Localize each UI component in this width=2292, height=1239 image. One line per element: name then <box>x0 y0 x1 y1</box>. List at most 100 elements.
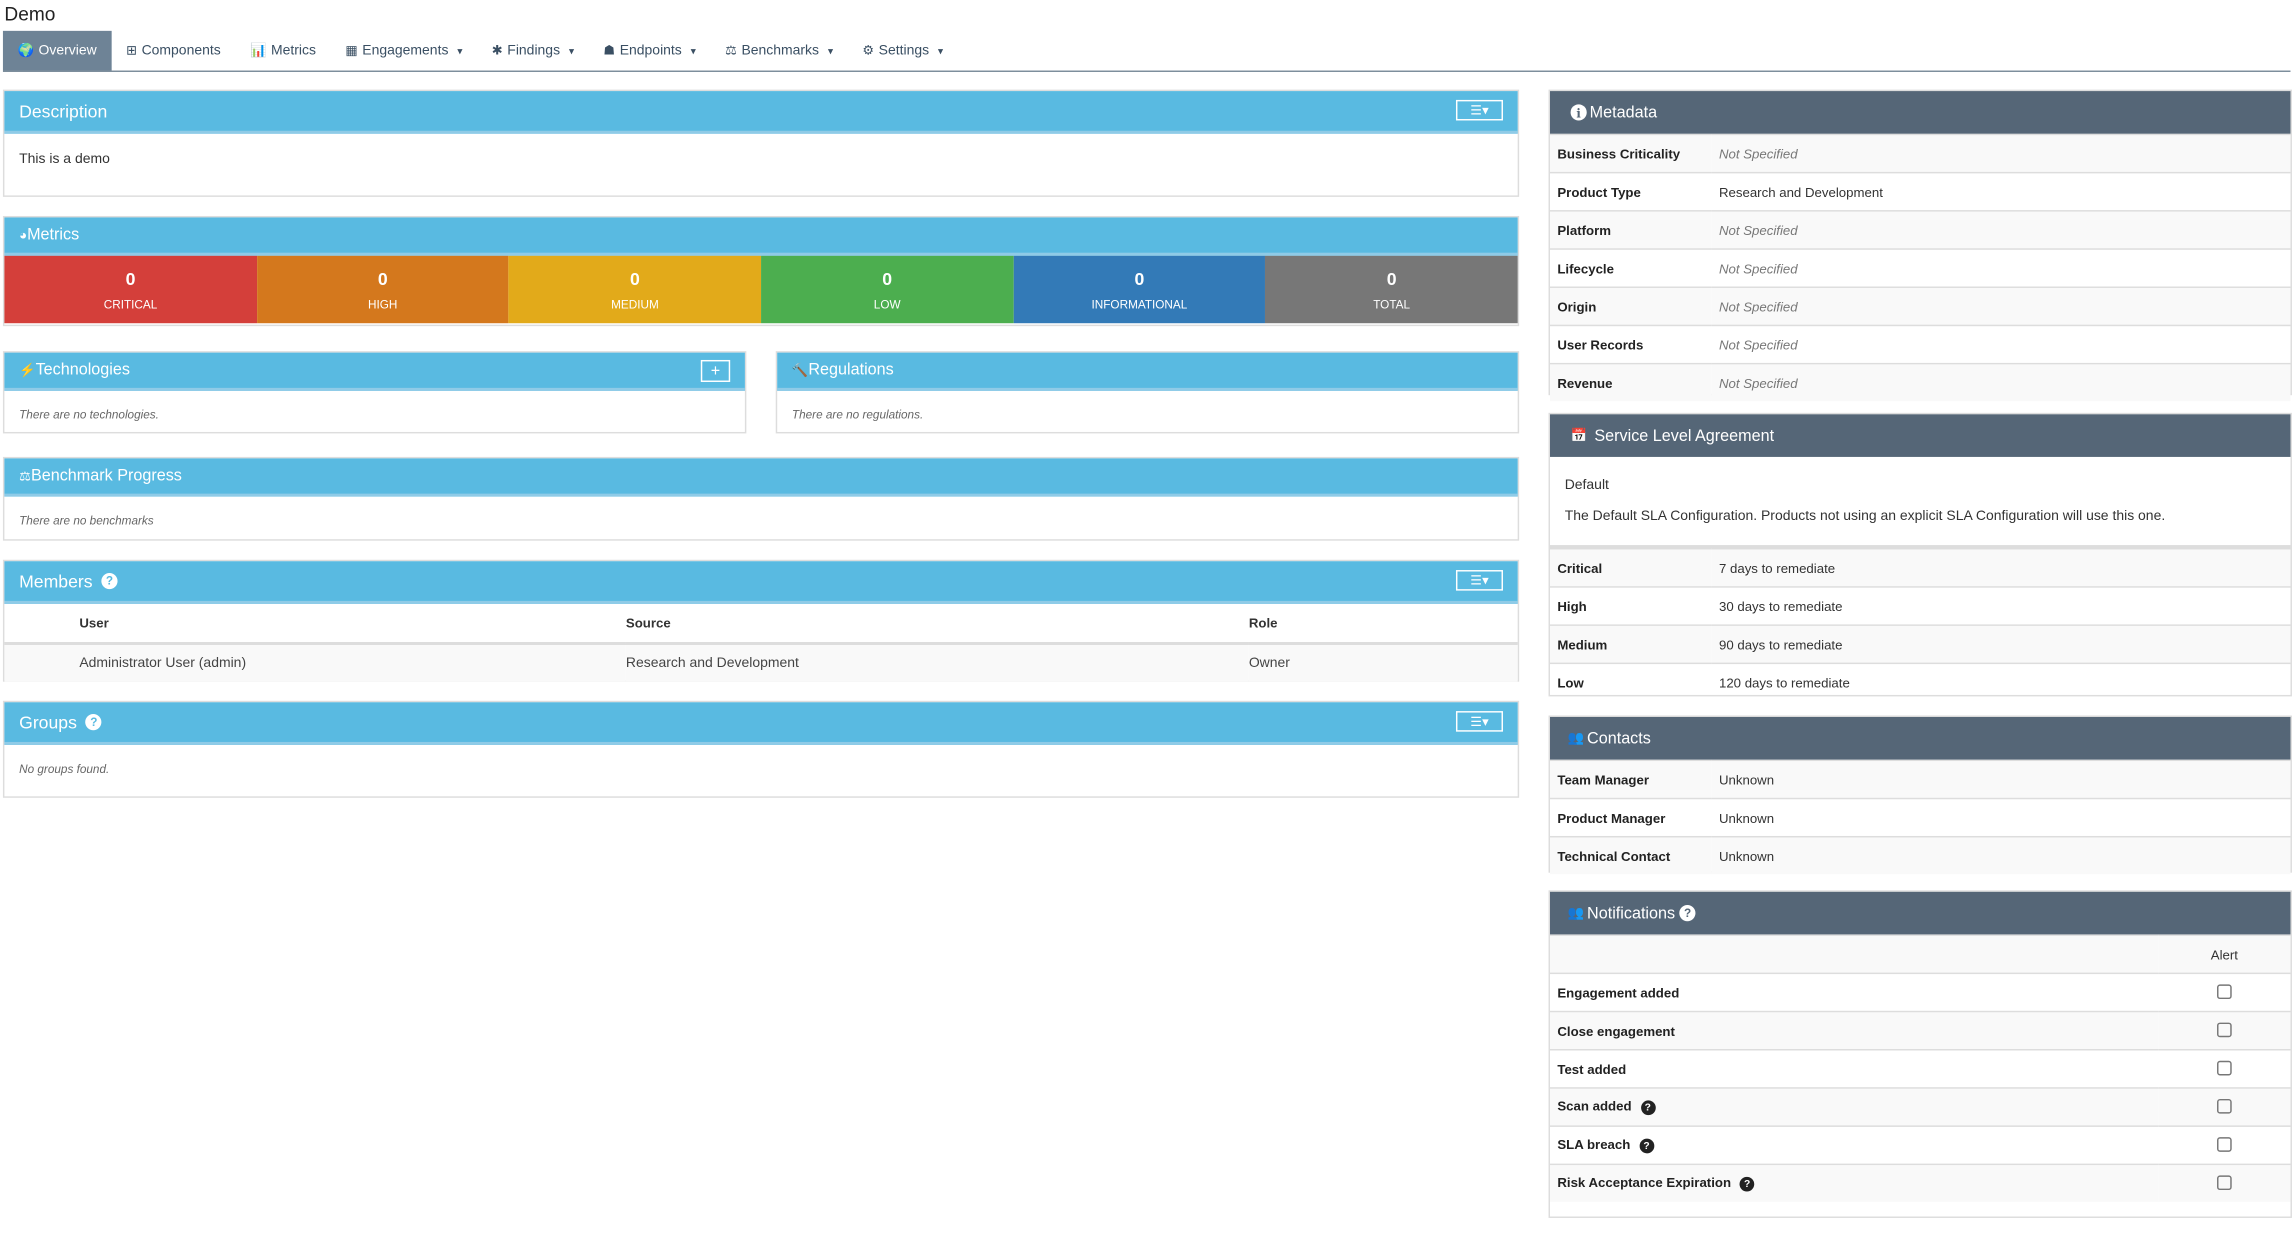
tab-endpoints[interactable]: ☗ Endpoints ▾ <box>589 31 711 71</box>
help-icon[interactable]: ? <box>1679 905 1696 922</box>
groups-menu-button[interactable]: ☰▾ <box>1455 711 1503 732</box>
table-row: Administrator User (admin) Research and … <box>4 643 1518 682</box>
metric-label: HIGH <box>368 297 398 311</box>
benchmark-panel: ⚖ Benchmark Progress There are no benchm… <box>2 456 1520 541</box>
alert-checkbox[interactable] <box>2217 1098 2232 1113</box>
tab-metrics[interactable]: 📊 Metrics <box>235 31 330 71</box>
metric-label: MEDIUM <box>611 297 659 311</box>
column-header-source[interactable]: Source <box>625 603 1249 645</box>
help-icon[interactable]: ? <box>101 572 118 590</box>
sla-name[interactable]: Default <box>1565 477 2276 493</box>
metric-total[interactable]: 0 TOTAL <box>1265 255 1518 324</box>
regulations-title: Regulations <box>808 361 894 380</box>
alert-cell <box>2158 1125 2291 1165</box>
contact-label: Product Manager <box>1550 797 1712 837</box>
sla-panel: 📅 Service Level Agreement Default The De… <box>1548 412 2292 701</box>
balance-scale-icon: ⚖ <box>19 467 31 483</box>
help-icon[interactable]: ? <box>1640 1100 1656 1116</box>
alert-checkbox[interactable] <box>2217 1174 2232 1190</box>
alert-checkbox[interactable] <box>2217 1136 2232 1152</box>
metadata-label: Revenue <box>1550 362 1712 402</box>
column-header-user[interactable]: User <box>4 603 626 645</box>
alert-cell <box>2158 1010 2291 1050</box>
member-user[interactable]: Administrator User (admin) <box>4 643 626 682</box>
caret-down-icon: ▾ <box>568 46 575 57</box>
tab-label: Benchmarks <box>741 42 820 59</box>
description-menu-button[interactable]: ☰▾ <box>1455 99 1503 121</box>
members-table: User Source Role Administrator User (adm… <box>4 603 1518 682</box>
sla-description: Default The Default SLA Configuration. P… <box>1550 457 2291 549</box>
notification-cell: Risk Acceptance Expiration? <box>1550 1163 2159 1202</box>
table-row: User Records Not Specified <box>1550 324 2291 364</box>
notifications-table: Alert Engagement added Close engagement Tes… <box>1550 934 2291 1238</box>
metric-high[interactable]: 0 HIGH <box>256 255 509 324</box>
help-icon[interactable]: ? <box>1639 1138 1654 1154</box>
caret-down-icon: ▾ <box>690 46 696 57</box>
tab-label: Endpoints <box>619 42 682 59</box>
add-technology-button[interactable]: + <box>700 359 731 382</box>
technologies-panel: ⚡ Technologies + There are no technologi… <box>2 351 747 434</box>
calendar-check-icon: 📅 <box>1570 427 1588 443</box>
contact-label: Team Manager <box>1550 759 1712 799</box>
help-icon[interactable]: ? <box>1739 1177 1755 1192</box>
metric-informational[interactable]: 0 INFORMATIONAL <box>1013 255 1266 324</box>
metadata-label: Lifecycle <box>1550 248 1712 288</box>
column-header-alert: Alert <box>2158 934 2291 974</box>
regulations-header: 🔨 Regulations <box>777 352 1518 391</box>
metric-count: 0 <box>125 268 136 289</box>
help-icon[interactable]: ? <box>85 714 102 731</box>
regulations-panel: 🔨 Regulations There are no regulations. <box>775 351 1520 434</box>
table-row: Risk Acceptance Expiration? <box>1550 1163 2291 1202</box>
users-icon: 👥 <box>1567 905 1585 920</box>
metric-count: 0 <box>630 268 640 289</box>
metadata-label: Origin <box>1550 286 1712 326</box>
table-icon: ⊞ <box>126 42 138 58</box>
metric-medium[interactable]: 0 MEDIUM <box>508 255 762 324</box>
table-row: Product Manager Unknown <box>1550 797 2291 837</box>
metadata-title: Metadata <box>1589 103 1658 122</box>
tab-findings[interactable]: ✱ Findings ▾ <box>477 31 589 71</box>
table-row: Engagement added <box>1550 972 2291 1012</box>
tab-label: Metrics <box>270 42 316 59</box>
tab-settings[interactable]: ⚙ Settings ▾ <box>848 31 958 71</box>
tab-overview[interactable]: 🌍 Overview <box>2 30 112 71</box>
technologies-title: Technologies <box>35 361 130 380</box>
alert-checkbox[interactable] <box>2217 1060 2232 1075</box>
notifications-header: 👥 Notifications ? <box>1550 891 2291 935</box>
metric-label: INFORMATIONAL <box>1091 297 1188 311</box>
alert-cell <box>2158 1163 2291 1202</box>
table-row: High 30 days to remediate <box>1550 586 2291 626</box>
notification-cell: Close engagement <box>1550 1010 2159 1050</box>
notification-cell: Test added <box>1550 1049 2159 1088</box>
tab-benchmarks[interactable]: ⚖ Benchmarks ▾ <box>710 31 847 71</box>
members-panel: Members ? ☰▾ User Source Role Administra… <box>2 559 1520 682</box>
table-row: Technical Contact Unknown <box>1550 835 2291 875</box>
metric-label: TOTAL <box>1373 297 1411 311</box>
info-icon: i <box>1570 104 1587 121</box>
sla-value: 7 days to remediate <box>1711 548 2291 587</box>
alert-checkbox[interactable] <box>2217 983 2232 999</box>
column-header-role[interactable]: Role <box>1248 603 1518 645</box>
tab-label: Components <box>141 42 221 59</box>
alert-cell <box>2158 1049 2291 1088</box>
metric-low[interactable]: 0 LOW <box>761 255 1014 324</box>
member-role: Owner <box>1248 643 1518 682</box>
notifications-panel: 👥 Notifications ? Alert Engagement added C… <box>1548 890 2292 1218</box>
description-text: This is a demo <box>19 151 110 168</box>
alert-checkbox[interactable] <box>2217 1021 2232 1037</box>
table-row: Medium 90 days to remediate <box>1550 624 2291 664</box>
contacts-header: 👥 Contacts <box>1550 716 2291 760</box>
benchmark-empty: There are no benchmarks <box>19 514 154 528</box>
table-row: Close engagement <box>1550 1010 2291 1050</box>
tab-engagements[interactable]: ▦ Engagements ▾ <box>331 31 477 71</box>
members-menu-button[interactable]: ☰▾ <box>1455 570 1503 591</box>
technologies-empty: There are no technologies. <box>19 408 159 422</box>
balance-scale-icon: ⚖ <box>725 42 738 58</box>
tab-label: Settings <box>878 42 930 59</box>
metric-critical[interactable]: 0 CRITICAL <box>4 255 257 324</box>
contact-value: Unknown <box>1711 797 2291 837</box>
caret-down-icon: ▾ <box>827 46 834 57</box>
contacts-panel: 👥 Contacts Team Manager Unknown Product Ma… <box>1548 715 2292 875</box>
tab-components[interactable]: ⊞ Components <box>111 31 235 71</box>
groups-panel: Groups ? ☰▾ No groups found. <box>2 700 1520 798</box>
